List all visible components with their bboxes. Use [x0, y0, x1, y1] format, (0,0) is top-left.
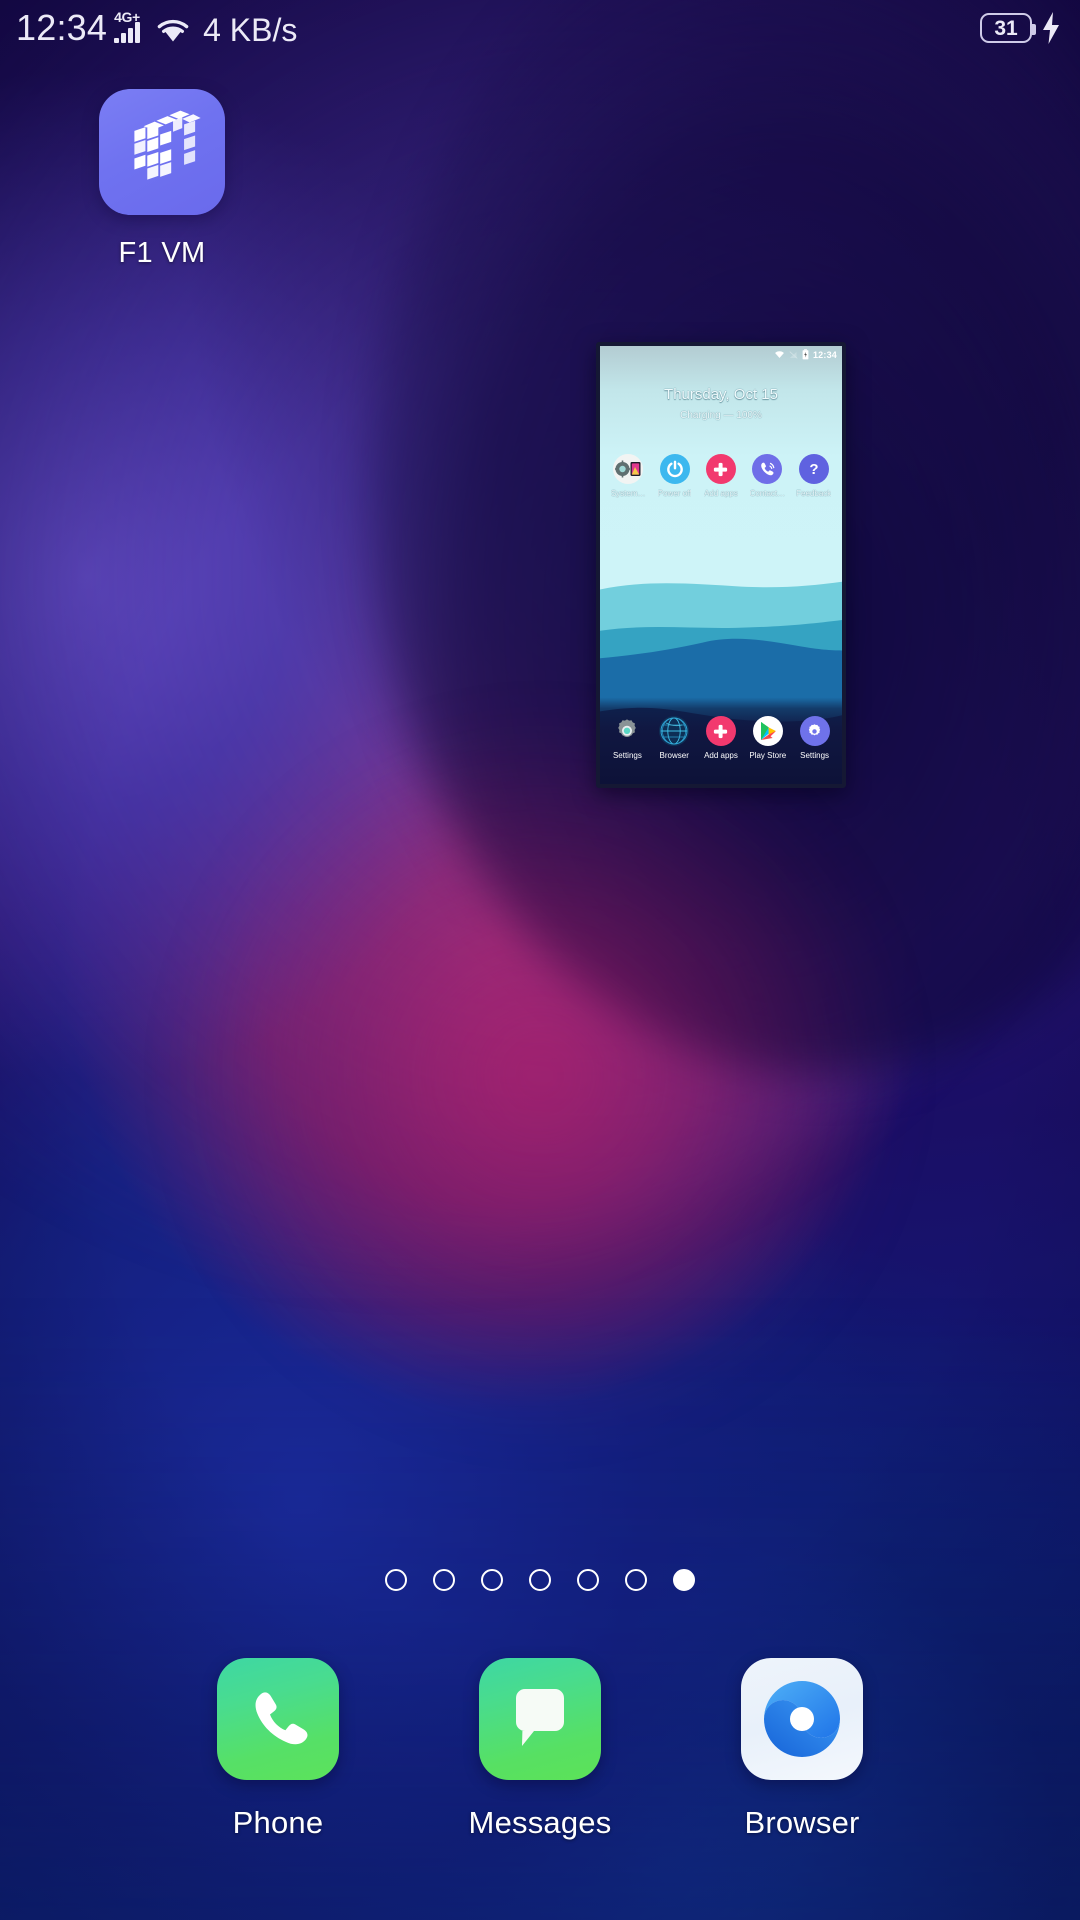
vm-dock-settings-blue[interactable]: Settings: [793, 716, 837, 760]
vm-shortcut-system[interactable]: System…: [606, 454, 650, 498]
speech-bubble-icon[interactable]: [479, 1658, 601, 1780]
question-mark-icon[interactable]: ?: [798, 454, 829, 484]
page-dot[interactable]: [481, 1569, 503, 1591]
gear-blue-icon[interactable]: [799, 716, 830, 746]
status-bar[interactable]: 12:34 4G+ 4 KB/s 31: [0, 0, 1080, 56]
system-apps-folder-icon[interactable]: [613, 454, 644, 484]
status-clock: 12:34: [16, 7, 108, 48]
status-bar-left: 12:34 4G+ 4 KB/s: [16, 7, 298, 48]
gear-gray-icon[interactable]: [612, 716, 642, 746]
svg-text:?: ?: [809, 461, 818, 478]
vm-screen[interactable]: 12:34 Thursday, Oct 15 Charging — 100% S…: [600, 346, 842, 784]
vm-dock-settings-gray[interactable]: Settings: [605, 716, 649, 760]
globe-icon[interactable]: [659, 716, 690, 746]
phone-ring-icon[interactable]: [752, 454, 783, 484]
vm-dock-label: Browser: [659, 751, 689, 760]
status-bar-right: 31: [980, 12, 1060, 44]
plus-icon[interactable]: [705, 454, 736, 484]
signal-bars-glyph: [114, 22, 141, 43]
dock-app-label: Phone: [232, 1805, 324, 1840]
vm-window[interactable]: 12:34 Thursday, Oct 15 Charging — 100% S…: [596, 342, 846, 788]
home-dock: Phone Messages Browser: [0, 1658, 1080, 1888]
power-icon[interactable]: [659, 454, 690, 484]
wallpaper-vignette: [0, 0, 1080, 1920]
vm-dock-label: Add apps: [704, 751, 738, 760]
app-icon-f1-vm[interactable]: F1 VM: [69, 89, 255, 270]
battery-icon: [802, 349, 809, 360]
vm-shortcut-label: Feedback: [796, 489, 832, 498]
vm-shortcut-row: System… Power off Add apps Contact… ? Fe…: [600, 454, 842, 498]
wifi-icon: [775, 351, 784, 359]
page-dot[interactable]: [577, 1569, 599, 1591]
vm-dock-label: Settings: [612, 751, 642, 760]
page-dot[interactable]: [529, 1569, 551, 1591]
vm-date-label: Thursday, Oct 15: [664, 386, 778, 403]
dock-app-messages[interactable]: Messages: [461, 1658, 619, 1888]
wallpaper: [0, 0, 1080, 1920]
dock-app-label: Browser: [744, 1805, 860, 1840]
vm-shortcut-label: System…: [610, 489, 646, 498]
page-dot[interactable]: [433, 1569, 455, 1591]
dock-app-phone[interactable]: Phone: [199, 1658, 357, 1888]
network-speed-label: 4 KB/s: [203, 12, 298, 48]
page-dot[interactable]: [625, 1569, 647, 1591]
vm-shortcut-feedback[interactable]: ? Feedback: [792, 454, 836, 498]
cube-blocks-icon[interactable]: [99, 89, 225, 215]
page-dot[interactable]: [385, 1569, 407, 1591]
vm-dock-play-store[interactable]: Play Store: [746, 716, 790, 760]
page-dot-active[interactable]: [673, 1569, 695, 1591]
vm-status-bar: 12:34: [600, 346, 842, 363]
vm-dock-browser[interactable]: Browser: [652, 716, 696, 760]
vm-shortcut-contact[interactable]: Contact…: [745, 454, 789, 498]
vm-shortcut-label: Contact…: [749, 489, 786, 498]
battery-level-label: 31: [994, 16, 1018, 40]
phone-handset-icon[interactable]: [217, 1658, 339, 1780]
plus-icon[interactable]: [705, 716, 736, 746]
browser-swirl-icon[interactable]: [741, 1658, 863, 1780]
vm-shortcut-label: Power off: [657, 489, 692, 498]
signal-off-icon: [789, 350, 798, 359]
vm-dock-label: Settings: [800, 751, 830, 760]
wifi-icon: [157, 19, 189, 42]
vm-shortcut-add-apps[interactable]: Add apps: [699, 454, 743, 498]
charging-bolt-icon: [1043, 12, 1059, 44]
dock-app-label: Messages: [468, 1805, 612, 1840]
page-indicator[interactable]: [0, 1561, 1080, 1599]
app-label-f1-vm: F1 VM: [118, 237, 206, 269]
vm-shortcut-label: Add apps: [704, 489, 738, 498]
play-store-icon[interactable]: [752, 716, 783, 746]
vm-shortcut-power-off[interactable]: Power off: [653, 454, 697, 498]
vm-clock: 12:34: [812, 349, 837, 360]
dock-app-browser[interactable]: Browser: [723, 1658, 881, 1888]
vm-dock: Settings Browser Add apps Play Store Set…: [600, 692, 842, 784]
vm-dock-add-apps[interactable]: Add apps: [699, 716, 743, 760]
signal-bars-icon: 4G+: [114, 10, 148, 47]
vm-dock-label: Play Store: [749, 751, 787, 760]
vm-charging-label: Charging — 100%: [680, 410, 762, 421]
battery-icon: 31: [980, 13, 1036, 43]
